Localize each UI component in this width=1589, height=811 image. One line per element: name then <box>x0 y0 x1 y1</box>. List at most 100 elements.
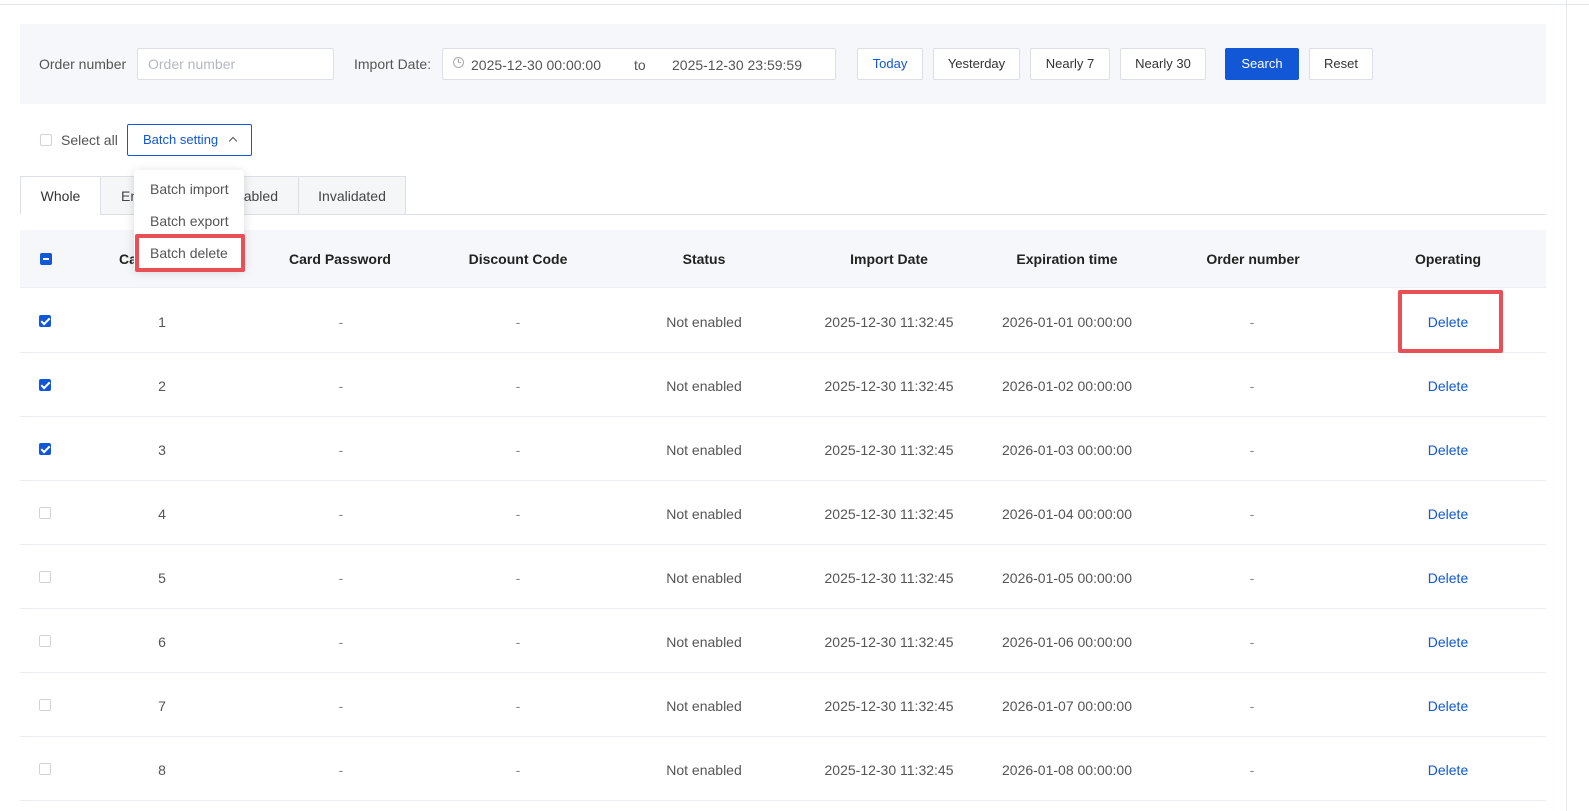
nearly-7-button[interactable]: Nearly 7 <box>1030 48 1110 80</box>
batch-setting-label: Batch setting <box>143 132 219 147</box>
expiration-cell: 2026-01-08 00:00:00 <box>1002 762 1132 778</box>
table-row: 7 - - Not enabled 2025-12-30 11:32:45 20… <box>20 673 1546 737</box>
discount-cell: - <box>515 442 521 458</box>
row-checkbox[interactable] <box>39 379 51 391</box>
batch-import-item[interactable]: Batch import <box>134 176 244 202</box>
import-date-cell: 2025-12-30 11:32:45 <box>824 698 954 714</box>
date-start-value[interactable]: 2025-12-30 00:00:00 <box>471 57 601 73</box>
password-cell: - <box>338 698 344 714</box>
import-date-cell: 2025-12-30 11:32:45 <box>824 570 954 586</box>
reset-button[interactable]: Reset <box>1309 48 1373 80</box>
clock-icon <box>453 57 464 68</box>
discount-cell: - <box>515 314 521 330</box>
batch-setting-button[interactable]: Batch setting <box>127 124 252 156</box>
card-cell: 8 <box>158 762 166 778</box>
delete-link[interactable]: Delete <box>1428 442 1468 458</box>
password-cell: - <box>338 378 344 394</box>
date-end-value[interactable]: 2025-12-30 23:59:59 <box>672 57 802 73</box>
table-header <box>20 230 1546 288</box>
top-divider <box>0 4 1589 5</box>
expiration-cell: 2026-01-05 00:00:00 <box>1002 570 1132 586</box>
tab-invalidated[interactable]: Invalidated <box>298 176 406 215</box>
discount-cell: - <box>515 570 521 586</box>
table-row: 6 - - Not enabled 2025-12-30 11:32:45 20… <box>20 609 1546 673</box>
chevron-up-icon <box>228 136 238 146</box>
import-date-cell: 2025-12-30 11:32:45 <box>824 378 954 394</box>
expiration-cell: 2026-01-06 00:00:00 <box>1002 634 1132 650</box>
batch-export-item[interactable]: Batch export <box>134 208 244 234</box>
table-row: 3 - - Not enabled 2025-12-30 11:32:45 20… <box>20 417 1546 481</box>
status-cell: Not enabled <box>666 442 742 458</box>
col-operating-header: Operating <box>1414 251 1482 267</box>
password-cell: - <box>338 442 344 458</box>
password-cell: - <box>338 506 344 522</box>
delete-link[interactable]: Delete <box>1428 698 1468 714</box>
delete-link[interactable]: Delete <box>1428 570 1468 586</box>
table-row: 8 - - Not enabled 2025-12-30 11:32:45 20… <box>20 737 1546 801</box>
status-cell: Not enabled <box>666 506 742 522</box>
delete-link[interactable]: Delete <box>1428 314 1468 330</box>
order-cell: - <box>1249 314 1255 330</box>
select-all-checkbox[interactable] <box>40 134 52 146</box>
status-cell: Not enabled <box>666 570 742 586</box>
discount-cell: - <box>515 634 521 650</box>
card-cell: 5 <box>158 570 166 586</box>
row-checkbox[interactable] <box>39 315 51 327</box>
order-number-input[interactable] <box>137 48 334 80</box>
discount-cell: - <box>515 378 521 394</box>
card-cell: 4 <box>158 506 166 522</box>
import-date-cell: 2025-12-30 11:32:45 <box>824 506 954 522</box>
card-cell: 3 <box>158 442 166 458</box>
card-cell: 6 <box>158 634 166 650</box>
import-date-cell: 2025-12-30 11:32:45 <box>824 442 954 458</box>
delete-link[interactable]: Delete <box>1428 634 1468 650</box>
expiration-cell: 2026-01-07 00:00:00 <box>1002 698 1132 714</box>
card-cell: 1 <box>158 314 166 330</box>
status-cell: Not enabled <box>666 314 742 330</box>
col-order-number-header: Order number <box>1206 251 1300 267</box>
delete-link[interactable]: Delete <box>1428 506 1468 522</box>
discount-cell: - <box>515 762 521 778</box>
order-cell: - <box>1249 698 1255 714</box>
col-card-password-header: Card Password <box>289 251 391 267</box>
table-row: 5 - - Not enabled 2025-12-30 11:32:45 20… <box>20 545 1546 609</box>
password-cell: - <box>338 634 344 650</box>
delete-link[interactable]: Delete <box>1428 378 1468 394</box>
row-checkbox[interactable] <box>39 571 51 583</box>
col-discount-code-header: Discount Code <box>468 251 568 267</box>
order-cell: - <box>1249 634 1255 650</box>
order-cell: - <box>1249 506 1255 522</box>
password-cell: - <box>338 314 344 330</box>
col-status-header: Status <box>682 251 726 267</box>
row-checkbox[interactable] <box>39 507 51 519</box>
order-cell: - <box>1249 442 1255 458</box>
order-number-label: Order number <box>39 56 127 72</box>
order-cell: - <box>1249 378 1255 394</box>
tab-whole[interactable]: Whole <box>20 176 101 215</box>
batch-setting-dropdown: Batch import Batch export Batch delete <box>134 170 244 270</box>
batch-delete-item[interactable]: Batch delete <box>134 240 244 266</box>
import-date-label: Import Date: <box>354 56 432 72</box>
import-date-cell: 2025-12-30 11:32:45 <box>824 634 954 650</box>
nearly-30-button[interactable]: Nearly 30 <box>1120 48 1206 80</box>
row-checkbox[interactable] <box>39 635 51 647</box>
select-all-label: Select all <box>61 132 118 148</box>
row-checkbox[interactable] <box>39 699 51 711</box>
date-range-picker[interactable]: 2025-12-30 00:00:00 to 2025-12-30 23:59:… <box>442 48 836 80</box>
col-expiration-header: Expiration time <box>1016 251 1118 267</box>
row-checkbox[interactable] <box>39 443 51 455</box>
discount-cell: - <box>515 506 521 522</box>
delete-link[interactable]: Delete <box>1428 762 1468 778</box>
header-select-checkbox[interactable] <box>40 253 52 265</box>
date-range-separator: to <box>634 57 646 73</box>
password-cell: - <box>338 570 344 586</box>
expiration-cell: 2026-01-02 00:00:00 <box>1002 378 1132 394</box>
import-date-cell: 2025-12-30 11:32:45 <box>824 762 954 778</box>
row-checkbox[interactable] <box>39 763 51 775</box>
yesterday-button[interactable]: Yesterday <box>933 48 1020 80</box>
table-row: 2 - - Not enabled 2025-12-30 11:32:45 20… <box>20 353 1546 417</box>
search-button[interactable]: Search <box>1225 48 1299 80</box>
col-import-date-header: Import Date <box>850 251 928 267</box>
today-button[interactable]: Today <box>857 48 923 80</box>
table-row: 1 - - Not enabled 2025-12-30 11:32:45 20… <box>20 289 1546 353</box>
